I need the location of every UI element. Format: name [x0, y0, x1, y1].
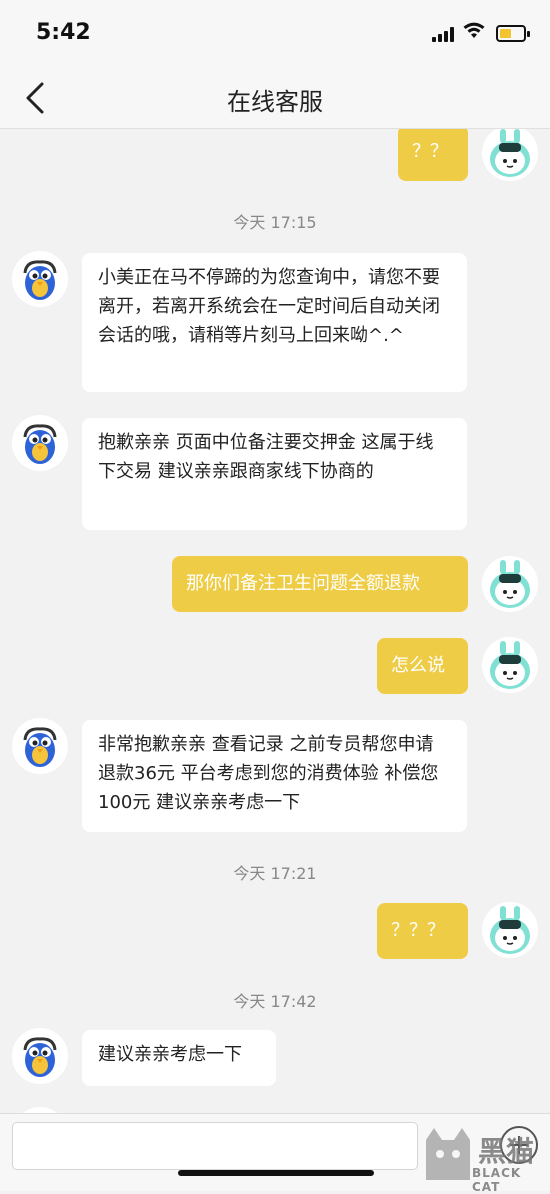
- agent-bird-icon: [12, 251, 68, 307]
- wifi-icon: [463, 22, 485, 38]
- agent-avatar[interactable]: [12, 415, 68, 471]
- agent-bird-icon: [12, 718, 68, 774]
- agent-bird-icon: [12, 1028, 68, 1084]
- message-bubble-user: 那你们备注卫生问题全额退款: [172, 556, 468, 612]
- chat-message-list[interactable]: ？？ 今天 17:15 小美正在马不停蹄的为您查询中，请您不要离开，若离开系统会…: [0, 129, 550, 1115]
- status-time: 5:42: [36, 20, 91, 45]
- user-avatar[interactable]: [482, 129, 538, 181]
- page-title: 在线客服: [227, 88, 323, 116]
- user-mascot-icon: [482, 556, 538, 612]
- message-timestamp: 今天 17:15: [233, 213, 317, 232]
- cellular-signal-icon: [432, 26, 458, 42]
- black-cat-logo-icon: [426, 1128, 470, 1180]
- user-avatar[interactable]: [482, 556, 538, 612]
- watermark-logo: 黑猫 BLACK CAT: [420, 1120, 550, 1194]
- user-mascot-icon: [482, 637, 538, 693]
- message-timestamp: 今天 17:21: [233, 864, 317, 883]
- message-bubble-user: ？？: [398, 129, 468, 181]
- message-bubble-agent: 抱歉亲亲 页面中位备注要交押金 这属于线下交易 建议亲亲跟商家线下协商的: [82, 418, 467, 530]
- message-bubble-user: 怎么说: [377, 638, 468, 694]
- message-bubble-user: ？？？: [377, 903, 468, 959]
- user-mascot-icon: [482, 129, 538, 181]
- message-bubble-agent: 小美正在马不停蹄的为您查询中，请您不要离开，若离开系统会在一定时间后自动关闭会话…: [82, 253, 467, 392]
- agent-avatar[interactable]: [12, 1028, 68, 1084]
- user-mascot-icon: [482, 902, 538, 958]
- user-avatar[interactable]: [482, 637, 538, 693]
- message-timestamp: 今天 17:42: [233, 992, 317, 1011]
- watermark-text: 黑猫: [478, 1135, 535, 1168]
- message-input[interactable]: [12, 1122, 418, 1170]
- agent-avatar[interactable]: [12, 718, 68, 774]
- message-bubble-agent: 建议亲亲考虑一下: [82, 1030, 276, 1086]
- nav-bar: 在线客服: [0, 66, 550, 129]
- battery-icon: [496, 25, 530, 42]
- message-bubble-agent: 非常抱歉亲亲 查看记录 之前专员帮您申请退款36元 平台考虑到您的消费体验 补偿…: [82, 720, 467, 832]
- user-avatar[interactable]: [482, 902, 538, 958]
- home-indicator: [178, 1170, 374, 1176]
- agent-avatar[interactable]: [12, 251, 68, 307]
- status-bar: 5:42: [0, 0, 550, 66]
- agent-bird-icon: [12, 415, 68, 471]
